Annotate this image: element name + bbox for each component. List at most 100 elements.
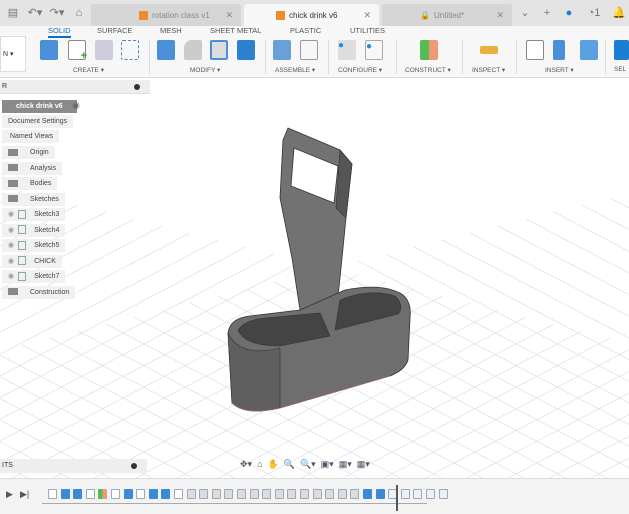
- timeline-feature[interactable]: [413, 489, 423, 499]
- online-icon[interactable]: ●: [560, 4, 578, 22]
- timeline-feature[interactable]: [375, 489, 385, 499]
- timeline-feature[interactable]: [249, 489, 259, 499]
- timeline-feature[interactable]: [186, 489, 196, 499]
- timeline-feature[interactable]: [211, 489, 221, 499]
- timeline-feature[interactable]: [123, 489, 133, 499]
- timeline-feature[interactable]: [48, 489, 57, 499]
- create-menu[interactable]: CREATE ▾: [73, 66, 104, 74]
- configure-icon[interactable]: ●: [338, 40, 356, 60]
- new-tab-icon[interactable]: +: [538, 4, 556, 22]
- browser-sketch-item[interactable]: ◉ CHICK: [2, 254, 62, 268]
- fit-icon[interactable]: 🔍▾: [300, 459, 316, 470]
- joint-icon[interactable]: [300, 40, 318, 60]
- browser-sketch-item[interactable]: ◉ Sketch4: [2, 223, 66, 237]
- browser-folder-item[interactable]: Analysis: [2, 161, 63, 175]
- timeline-feature[interactable]: [73, 489, 83, 499]
- browser-sketch-item[interactable]: ◉ Sketch3: [2, 208, 66, 221]
- timeline-feature[interactable]: [85, 489, 95, 499]
- construct-menu[interactable]: CONSTRUCT ▾: [405, 66, 451, 74]
- extrude-icon[interactable]: [40, 40, 58, 60]
- browser-folder-item[interactable]: Sketches: [2, 192, 65, 206]
- timeline-feature[interactable]: [274, 489, 284, 499]
- timeline-feature[interactable]: [400, 489, 410, 499]
- browser-folder-item[interactable]: Bodies: [2, 177, 58, 190]
- model-view[interactable]: [0, 78, 629, 479]
- browser-folder-item[interactable]: Origin: [2, 146, 55, 159]
- redo-icon[interactable]: ↷▾: [48, 4, 66, 22]
- timeline-feature[interactable]: [287, 489, 297, 499]
- timeline-feature[interactable]: [60, 489, 70, 499]
- shell-icon[interactable]: [210, 40, 228, 60]
- tab-plastic[interactable]: PLASTIC: [290, 26, 321, 35]
- pin-icon[interactable]: [134, 84, 140, 90]
- pin-icon[interactable]: [131, 463, 137, 469]
- timeline-feature[interactable]: [300, 489, 309, 499]
- viewports-icon[interactable]: ▦▾: [357, 459, 370, 470]
- workspace-switcher[interactable]: N ▾: [0, 36, 26, 72]
- eye-icon[interactable]: ◉: [8, 270, 14, 283]
- select-menu[interactable]: SEL: [614, 66, 626, 73]
- pattern-icon[interactable]: [121, 40, 139, 60]
- tab-surface[interactable]: SURFACE: [97, 26, 132, 35]
- timeline-feature[interactable]: [350, 489, 360, 499]
- tab-solid[interactable]: SOLID: [48, 26, 71, 38]
- browser-root[interactable]: chick drink v6: [2, 100, 77, 113]
- configure-menu[interactable]: CONFIGURE ▾: [338, 66, 382, 74]
- timeline-feature[interactable]: [199, 489, 209, 499]
- inspect-menu[interactable]: INSPECT ▾: [472, 66, 505, 74]
- tab-chick-drink[interactable]: chick drink v6 ✕: [244, 4, 379, 26]
- timeline-feature[interactable]: [174, 489, 183, 499]
- tab-utilities[interactable]: UTILITIES: [350, 26, 385, 35]
- timeline-feature[interactable]: [136, 489, 146, 499]
- timeline-feature[interactable]: [148, 489, 158, 499]
- browser-item-named-views[interactable]: Named Views: [2, 130, 60, 143]
- timeline-feature[interactable]: [312, 489, 322, 499]
- insert-derive-icon[interactable]: [526, 40, 544, 60]
- browser-sketch-item[interactable]: ◉ Sketch7: [2, 270, 66, 283]
- timeline-feature[interactable]: [325, 489, 335, 499]
- browser-sketch-item[interactable]: ◉ Sketch5: [2, 239, 66, 252]
- insert-menu[interactable]: INSERT ▾: [545, 66, 574, 74]
- undo-icon[interactable]: ↶▾: [26, 4, 44, 22]
- zoom-icon[interactable]: 🔍: [284, 459, 295, 470]
- create-sketch-icon[interactable]: +: [68, 40, 87, 62]
- timeline-feature[interactable]: [237, 489, 246, 499]
- orbit-icon[interactable]: ✥▾: [240, 459, 252, 470]
- display-settings-icon[interactable]: ▣▾: [321, 459, 334, 470]
- eye-icon[interactable]: ◉: [8, 255, 14, 268]
- timeline-feature[interactable]: [224, 489, 234, 499]
- timeline-feature[interactable]: [337, 489, 347, 499]
- plane-icon[interactable]: [420, 40, 438, 60]
- timeline-marker[interactable]: [396, 485, 399, 511]
- fillet-icon[interactable]: [184, 40, 202, 60]
- browser-item-document-settings[interactable]: Document Settings: [2, 115, 74, 128]
- close-icon[interactable]: ✕: [225, 10, 233, 21]
- close-icon[interactable]: ✕: [363, 10, 371, 21]
- canvas-viewport[interactable]: [0, 78, 629, 479]
- close-icon[interactable]: ✕: [496, 10, 504, 21]
- insert-mcmaster-icon[interactable]: [553, 40, 565, 60]
- tab-mesh[interactable]: MESH: [160, 26, 182, 35]
- timeline-feature[interactable]: [111, 489, 120, 499]
- notification-icon[interactable]: 🔔: [610, 4, 628, 22]
- modify-menu[interactable]: MODIFY ▾: [190, 66, 220, 74]
- grid-settings-icon[interactable]: ▦▾: [339, 459, 352, 470]
- new-component-icon[interactable]: [273, 40, 291, 60]
- select-icon[interactable]: [614, 40, 629, 60]
- chevron-down-icon[interactable]: ⌄: [516, 4, 534, 22]
- combine-icon[interactable]: [237, 40, 255, 60]
- eye-icon[interactable]: ◉: [8, 239, 14, 252]
- tab-untitled[interactable]: 🔒 Untitled* ✕: [382, 4, 512, 26]
- look-at-icon[interactable]: ⌂: [257, 459, 262, 470]
- save-icon[interactable]: ▤: [4, 4, 22, 22]
- hole-icon[interactable]: [95, 40, 113, 60]
- timeline-feature[interactable]: [426, 489, 435, 499]
- timeline-feature[interactable]: [438, 489, 448, 499]
- config-table-icon[interactable]: ●: [365, 40, 383, 60]
- insert-image-icon[interactable]: [580, 40, 598, 60]
- browser-folder-item[interactable]: Construction: [2, 285, 76, 299]
- timeline-feature[interactable]: [161, 489, 171, 499]
- measure-icon[interactable]: [480, 46, 498, 54]
- jobs-icon[interactable]: ◔1: [582, 4, 606, 22]
- eye-icon[interactable]: ◉: [8, 224, 14, 237]
